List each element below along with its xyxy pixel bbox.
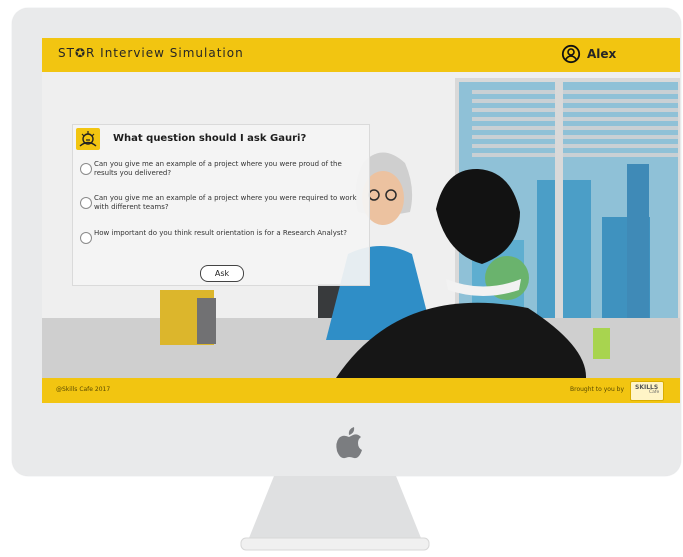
apple-logo-icon (336, 427, 362, 459)
copyright-text: @Skills Cafe 2017 (56, 386, 111, 393)
folder-dark (197, 298, 216, 344)
option-1[interactable]: Can you give me an example of a project … (80, 160, 362, 182)
app-title: ST✪R Interview Simulation (58, 46, 244, 60)
window-building-1 (537, 180, 591, 326)
window-mullion (555, 80, 563, 326)
logo-subtext: Cafe (649, 390, 660, 395)
question-text: What question should I ask Gauri? (113, 133, 307, 144)
top-bar: ST✪R Interview Simulation Alex (42, 38, 680, 72)
bottom-bar: @Skills Cafe 2017 Brought to you by SKIL… (42, 378, 680, 403)
ask-button[interactable]: Ask (200, 265, 244, 282)
screen: ST✪R Interview Simulation Alex What ques… (42, 38, 680, 403)
option-radio[interactable] (80, 232, 92, 244)
monitor-stand (240, 476, 430, 551)
option-radio[interactable] (80, 197, 92, 209)
pen-holder (593, 328, 610, 359)
user-name: Alex (587, 47, 617, 61)
user-circle-icon (561, 44, 581, 64)
character-icon (76, 128, 100, 150)
option-text: How important do you think result orient… (94, 229, 347, 237)
user-profile[interactable]: Alex (561, 44, 616, 64)
question-panel: What question should I ask Gauri? Can yo… (72, 124, 370, 286)
option-3[interactable]: How important do you think result orient… (80, 229, 362, 251)
brought-by-text: Brought to you by (570, 386, 625, 393)
option-text: Can you give me an example of a project … (94, 160, 342, 177)
option-2[interactable]: Can you give me an example of a project … (80, 194, 362, 216)
option-radio[interactable] (80, 163, 92, 175)
monitor: ST✪R Interview Simulation Alex What ques… (12, 8, 681, 476)
option-text: Can you give me an example of a project … (94, 194, 357, 211)
window-building-3 (627, 164, 649, 326)
